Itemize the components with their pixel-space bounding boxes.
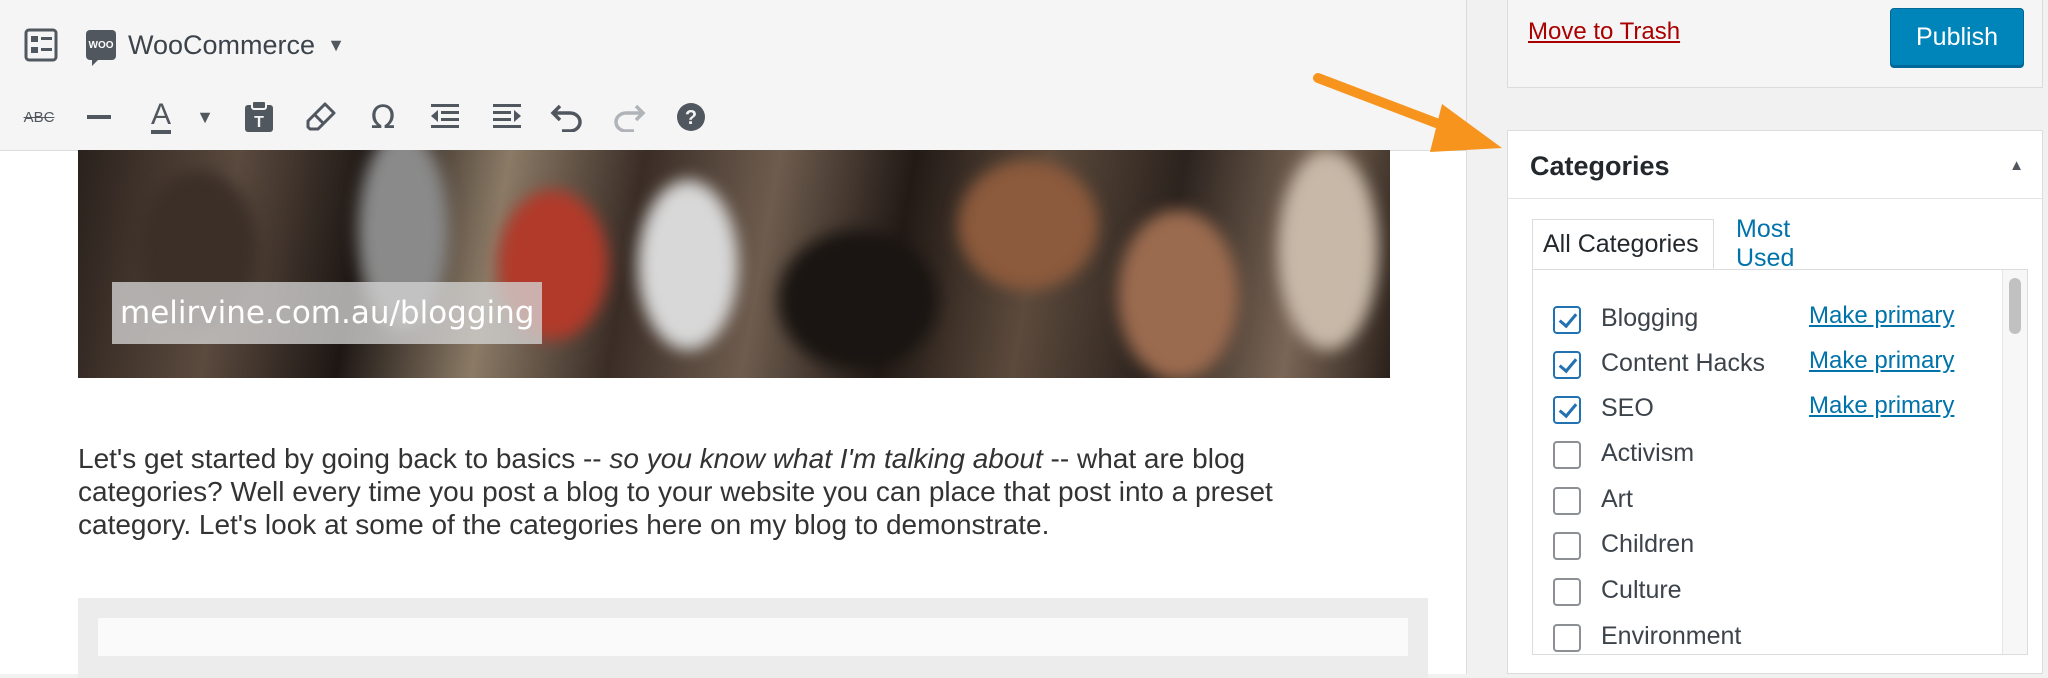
special-character-icon[interactable]: Ω <box>358 92 408 142</box>
list-item: SEO Make primary <box>1533 392 1993 432</box>
category-label: Art <box>1601 485 1633 513</box>
toolbar-row-2: ABC A ▼ T Ω ? <box>0 90 1466 150</box>
category-label: Environment <box>1601 622 1742 650</box>
tab-most-used[interactable]: Most Used <box>1726 215 1804 272</box>
category-checklist: Blogging Make primary Content Hacks Make… <box>1532 269 2028 655</box>
collapse-toggle-icon[interactable]: ▲ <box>2009 157 2024 174</box>
checkbox-children[interactable] <box>1553 532 1581 560</box>
checkbox-seo[interactable] <box>1553 396 1581 424</box>
move-to-trash-link[interactable]: Move to Trash <box>1528 18 1680 46</box>
toolbar-row-1: WOO WooCommerce ▼ <box>0 0 1466 90</box>
help-icon[interactable]: ? <box>666 92 716 142</box>
checkbox-activism[interactable] <box>1553 441 1581 469</box>
category-label: Blogging <box>1601 304 1699 332</box>
make-primary-link[interactable]: Make primary <box>1809 347 1954 375</box>
outdent-icon[interactable] <box>420 92 470 142</box>
chevron-down-icon: ▼ <box>327 34 345 55</box>
category-label: Activism <box>1601 439 1695 467</box>
paragraph-italic-text: so you know what I'm talking about <box>609 443 1043 474</box>
list-item: Children <box>1533 528 1993 568</box>
category-label: SEO <box>1601 394 1654 422</box>
horizontal-line-icon[interactable] <box>74 92 124 142</box>
tab-all-categories[interactable]: All Categories <box>1532 219 1714 269</box>
text-color-icon[interactable]: A <box>136 92 186 142</box>
editor-toolbar: WOO WooCommerce ▼ ABC A ▼ T Ω ? <box>0 0 1466 151</box>
paragraph-text: Let's get started by going back to basic… <box>78 443 610 474</box>
scrollbar-thumb[interactable] <box>2009 278 2021 334</box>
svg-text:T: T <box>254 114 264 131</box>
categories-title: Categories <box>1530 151 1670 181</box>
category-label: Content Hacks <box>1601 349 1765 377</box>
checkbox-art[interactable] <box>1553 487 1581 515</box>
checkbox-content-hacks[interactable] <box>1553 351 1581 379</box>
banner-image: melirvine.com.au/blogging <box>78 150 1390 378</box>
category-label: Culture <box>1601 576 1682 604</box>
woocommerce-dropdown[interactable]: WOO WooCommerce ▼ <box>86 22 345 68</box>
woocommerce-logo-icon: WOO <box>86 30 116 66</box>
categories-box: Categories ▲ All Categories Most Used Bl… <box>1507 130 2043 674</box>
list-item: Blogging Make primary <box>1533 302 1993 342</box>
publish-box: Move to Trash Publish <box>1507 0 2043 88</box>
checkbox-culture[interactable] <box>1553 578 1581 606</box>
checkbox-blogging[interactable] <box>1553 306 1581 334</box>
scrollbar[interactable] <box>2002 270 2027 654</box>
clear-formatting-icon[interactable] <box>296 92 346 142</box>
redo-icon[interactable] <box>604 92 654 142</box>
chevron-down-icon[interactable]: ▼ <box>180 92 230 142</box>
toolbar-toggle-icon[interactable] <box>16 20 66 70</box>
indent-icon[interactable] <box>482 92 532 142</box>
list-item: Art <box>1533 483 1993 523</box>
publish-button[interactable]: Publish <box>1890 8 2024 66</box>
woocommerce-label: WooCommerce <box>128 29 316 60</box>
editor-panel: WOO WooCommerce ▼ ABC A ▼ T Ω ? melirvin… <box>0 0 1467 678</box>
svg-text:?: ? <box>685 107 697 129</box>
list-item: Environment <box>1533 620 1993 654</box>
undo-icon[interactable] <box>542 92 592 142</box>
strikethrough-icon[interactable]: ABC <box>14 92 64 142</box>
content-block <box>78 598 1428 678</box>
banner-caption: melirvine.com.au/blogging <box>112 282 543 344</box>
list-item: Activism <box>1533 437 1993 477</box>
checkbox-environment[interactable] <box>1553 624 1581 652</box>
list-item: Content Hacks Make primary <box>1533 347 1993 387</box>
annotation-arrow-icon <box>1313 73 1502 152</box>
category-label: Children <box>1601 530 1695 558</box>
list-item: Culture <box>1533 574 1993 614</box>
make-primary-link[interactable]: Make primary <box>1809 392 1954 420</box>
paste-as-text-icon[interactable]: T <box>234 92 284 142</box>
categories-header: Categories ▲ <box>1508 131 2042 199</box>
post-paragraph: Let's get started by going back to basic… <box>78 442 1378 541</box>
content-block-inner <box>98 618 1408 656</box>
make-primary-link[interactable]: Make primary <box>1809 302 1954 330</box>
